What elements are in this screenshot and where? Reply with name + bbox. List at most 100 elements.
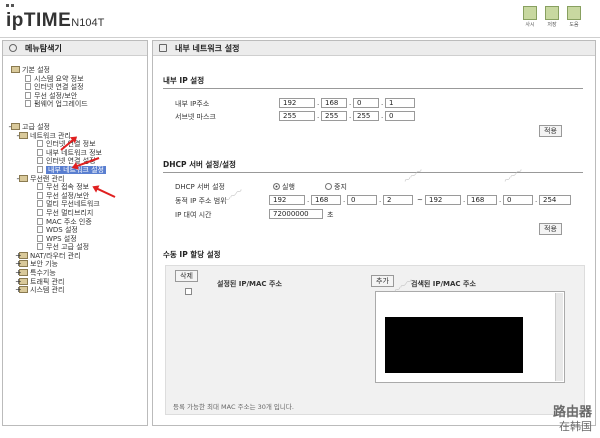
ip-octet-4[interactable]: 1: [385, 98, 415, 108]
collapse-icon[interactable]: -: [15, 131, 21, 141]
tree-label: 무선랜 관리: [30, 174, 65, 183]
page-icon: [37, 140, 43, 148]
page-icon: [37, 157, 43, 165]
logo: ipTIMEN104T: [6, 10, 104, 32]
mask-octet-4[interactable]: 0: [385, 111, 415, 121]
tree-item[interactable]: MAC 주소 인증: [3, 217, 147, 227]
dot: .: [317, 99, 320, 107]
tree-item[interactable]: 인터넷 연결 설정: [3, 83, 147, 92]
page-icon: [25, 83, 31, 91]
expand-icon[interactable]: +: [15, 286, 22, 295]
tree-label: 네트워크 관리: [30, 131, 71, 140]
dot: .: [381, 112, 384, 120]
tree-item[interactable]: WPS 설정: [3, 234, 147, 244]
list-scrollbar[interactable]: [555, 293, 563, 381]
tree-item[interactable]: WDS 설정: [3, 226, 147, 235]
range-end-octet-4[interactable]: 254: [539, 195, 571, 205]
dhcp-on-radio[interactable]: 실행: [273, 182, 295, 192]
range-start-octet-3[interactable]: 0: [347, 195, 377, 205]
dhcp-off-radio[interactable]: 중지: [325, 182, 347, 192]
radio-selected-icon: [273, 183, 280, 190]
lease-time-input[interactable]: 72000000: [269, 209, 323, 219]
ip-octet-1[interactable]: 192: [279, 98, 315, 108]
range-end-octet-1[interactable]: 192: [425, 195, 461, 205]
ip-section: 내부 IP 설정: [163, 75, 583, 89]
delete-button[interactable]: 삭제: [175, 270, 198, 282]
tree-label: 무선 설정/보안: [46, 191, 90, 200]
tree-label: MAC 주소 인증: [46, 217, 92, 226]
tree-group[interactable]: + 시스템 관리: [3, 286, 147, 295]
search-list-header: 검색된 IP/MAC 주소: [411, 280, 476, 288]
tree-label: 인터넷 연결 설정: [34, 83, 84, 92]
ip-apply-button[interactable]: 적용: [539, 125, 562, 137]
tree-advanced[interactable]: - 고급 설정: [3, 122, 147, 132]
tree-label: 무선 고급 설정: [46, 243, 90, 252]
select-all-checkbox[interactable]: [185, 288, 192, 295]
tree-item[interactable]: 시스템 요약 정보: [3, 74, 147, 84]
settings-icon: [159, 44, 167, 52]
ip-octet-3[interactable]: 0: [353, 98, 379, 108]
help-button[interactable]: 도움: [566, 6, 582, 28]
mask-octet-2[interactable]: 255: [321, 111, 347, 121]
add-button[interactable]: 추가: [371, 275, 394, 287]
set-list-header: 설정된 IP/MAC 주소: [217, 280, 282, 288]
range-start-octet-1[interactable]: 192: [269, 195, 305, 205]
redacted-area: [385, 317, 523, 373]
content-title: 내부 네트워크 설정: [175, 44, 240, 53]
range-end-octet-3[interactable]: 0: [503, 195, 533, 205]
search-icon: [9, 44, 17, 52]
dot: .: [349, 112, 352, 120]
collapse-icon[interactable]: -: [7, 122, 13, 132]
help-icon: [567, 6, 581, 20]
dot: .: [349, 99, 352, 107]
tree-label: 멀티 무선네트워크: [46, 200, 100, 209]
tree-item[interactable]: 무선 접속 정보: [3, 183, 147, 192]
logo-dots: [6, 0, 20, 7]
range-end-octet-2[interactable]: 168: [467, 195, 497, 205]
menu-explorer-label: 메뉴탐색기: [25, 44, 62, 53]
page-icon: [37, 148, 43, 156]
info-button[interactable]: 사시: [522, 6, 538, 28]
page-icon: [25, 91, 31, 99]
tree-group[interactable]: + 트래픽 관리: [3, 277, 147, 287]
ip-label: 내부 IP주소: [175, 100, 210, 108]
page-icon: [37, 165, 43, 173]
content-panel: 내부 네트워크 설정 내부 IP 설정 내부 IP주소 192 . 168 . …: [152, 40, 596, 426]
tree-label: 시스템 요약 정보: [34, 74, 84, 83]
dhcp-off-label: 중지: [334, 183, 347, 191]
mask-octet-3[interactable]: 255: [353, 111, 379, 121]
dot: .: [379, 196, 382, 204]
mask-octet-1[interactable]: 255: [279, 111, 315, 121]
page-icon: [37, 183, 43, 191]
page-icon: [37, 226, 43, 234]
help-label: 도움: [569, 22, 579, 28]
range-start-octet-2[interactable]: 168: [311, 195, 341, 205]
tree-group[interactable]: + NAT/라우터 관리: [3, 251, 147, 261]
mask-label: 서브넷 마스크: [175, 113, 216, 121]
collapse-icon[interactable]: -: [15, 174, 21, 184]
tree-label: 트래픽 관리: [30, 277, 65, 286]
tree-label: 무선 설정/보안: [34, 91, 78, 100]
tree-group[interactable]: + 보안 기능: [3, 260, 147, 269]
tree-item[interactable]: 무선 고급 설정: [3, 243, 147, 252]
dhcp-apply-button[interactable]: 적용: [539, 223, 562, 235]
range-separator: ~: [417, 196, 423, 204]
ip-octet-2[interactable]: 168: [321, 98, 347, 108]
tree-item[interactable]: 펌웨어 업그레이드: [3, 100, 147, 109]
tree-item[interactable]: 멀티 무선네트워크: [3, 200, 147, 209]
tree-label: 기본 설정: [22, 66, 50, 74]
dot: .: [343, 196, 346, 204]
range-start-octet-4[interactable]: 2: [383, 195, 413, 205]
info-icon: [523, 6, 537, 20]
info-label: 사시: [525, 22, 535, 28]
tree-wireless[interactable]: - 무선랜 관리: [3, 174, 147, 184]
tree-group[interactable]: + 특수기능: [3, 268, 147, 278]
tree-label: 시스템 관리: [30, 286, 65, 295]
save-button[interactable]: 저장: [544, 6, 560, 28]
dot: .: [317, 112, 320, 120]
logo-text: ipTIME: [6, 10, 72, 31]
tree-label: 무선 멀티브리지: [46, 208, 94, 217]
tree-basic-setup[interactable]: 기본 설정: [3, 66, 147, 75]
save-label: 저장: [547, 22, 557, 28]
tree-item[interactable]: 무선 멀티브리지: [3, 208, 147, 218]
